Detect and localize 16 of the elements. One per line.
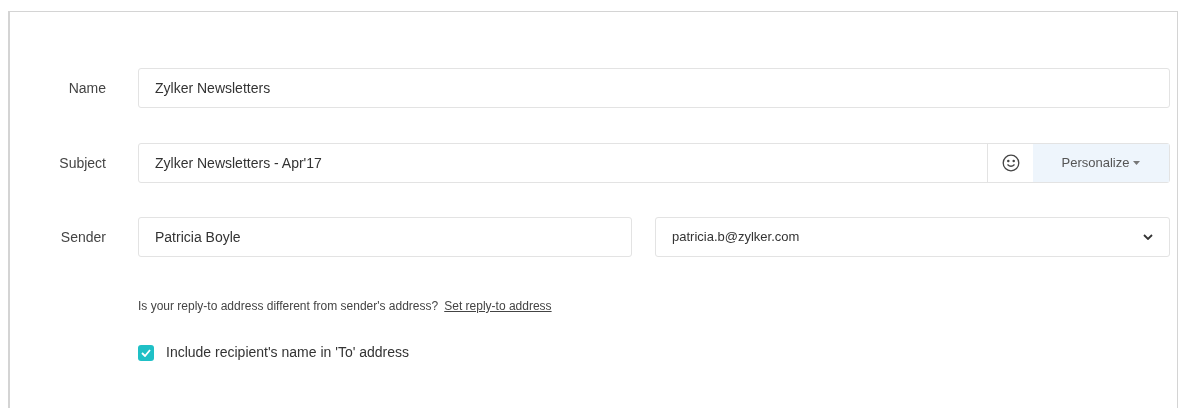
- field-label: Name: [67, 78, 106, 98]
- smiley-icon: [1001, 154, 1020, 172]
- include-name-checkbox[interactable]: [138, 344, 154, 361]
- chevron-down-icon: [1143, 234, 1153, 240]
- name-input[interactable]: Zylker Newsletters: [138, 68, 1170, 108]
- subject-input[interactable]: Zylker Newsletters - Apr'17 Personalize: [138, 143, 1170, 183]
- set-reply-to-link[interactable]: Set reply-to address: [444, 297, 552, 315]
- reply-to-question: Is your reply-to address different from sender's address?: [138, 298, 439, 315]
- sender-email-select[interactable]: patricia.b@zylker.com: [655, 217, 1170, 257]
- check-icon: [141, 348, 151, 357]
- checkbox-label: Include recipient's name in 'To' address: [166, 343, 410, 362]
- field-label: Sender: [59, 227, 106, 247]
- caret-icon: [1133, 161, 1141, 165]
- sender-name-input[interactable]: Patricia Boyle: [138, 217, 632, 257]
- personalize-dropdown[interactable]: Personalize: [1033, 144, 1169, 182]
- field-label: Subject: [58, 153, 106, 173]
